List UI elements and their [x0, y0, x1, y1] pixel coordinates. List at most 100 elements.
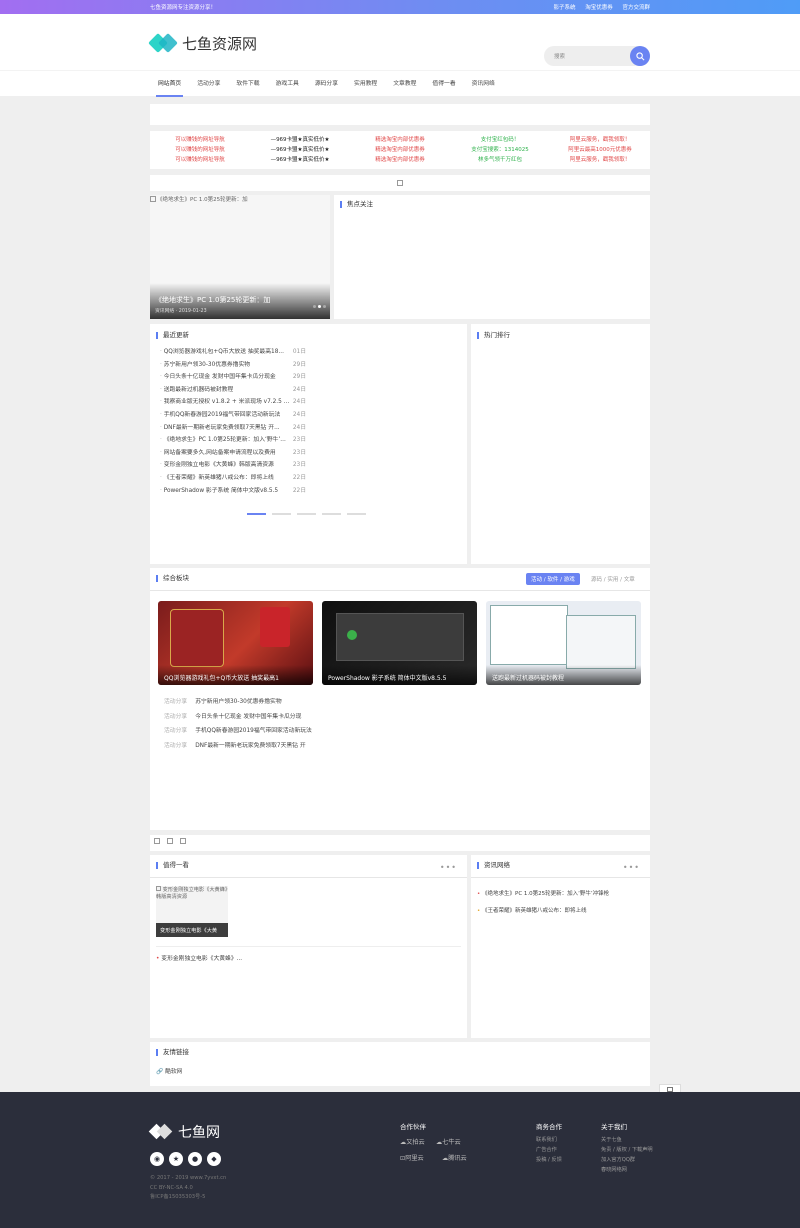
recent-item[interactable]: QQ浏览器游戏礼包+Q币大放送 抽奖最高18... 01日	[160, 346, 306, 359]
more-icon[interactable]: •••	[623, 863, 640, 872]
combo-item-category[interactable]: 活动分享	[164, 728, 187, 734]
biz-link[interactable]: 联系我们	[536, 1135, 562, 1145]
nav-article[interactable]: 文章教程	[385, 71, 424, 97]
nav-activity[interactable]: 活动分享	[189, 71, 228, 97]
nav-game-tools[interactable]: 游戏工具	[268, 71, 307, 97]
ad-link[interactable]: 阿里云服务，戳我领取！	[550, 155, 650, 165]
star-icon[interactable]: ★	[169, 1152, 183, 1166]
top-link-group[interactable]: 官方交流群	[622, 5, 650, 11]
ad-link[interactable]: —969卡盟★真实低价★	[250, 135, 350, 145]
recent-item[interactable]: 《绝地求生》PC 1.0第25轮更新：加入‘野牛’... 23日	[160, 434, 306, 447]
recent-item[interactable]: 送跑最新过机器码被封教程 24日	[160, 384, 306, 397]
top-bar: 七鱼资源网专注资源分享！ 影子系统 淘宝优惠券 官方交流群	[0, 0, 800, 14]
about-link[interactable]: 春晓网络网	[601, 1165, 653, 1175]
about-link[interactable]: 免责 / 版权 / 下载声明	[601, 1145, 653, 1155]
partner-upyun[interactable]: ☁又拍云	[400, 1135, 436, 1151]
recent-item-date: 01日	[292, 349, 306, 355]
combo-item-category[interactable]: 活动分享	[164, 699, 187, 705]
news-item[interactable]: • 《王者荣耀》新英雄猪八戒公布：即将上线	[477, 903, 609, 920]
nav-news[interactable]: 资讯网络	[464, 71, 503, 97]
broken-image-icon	[156, 886, 161, 891]
divider	[156, 946, 461, 947]
tab-source-util-article[interactable]: 源码 / 实用 / 文章	[591, 575, 635, 583]
rss-icon[interactable]: ◉	[150, 1152, 164, 1166]
recent-item[interactable]: 网站备案要多久,网站备案申请流程以及费用 23日	[160, 447, 306, 460]
worth-thumb[interactable]: 变形金刚独立电影《大黄蜂》韩版高清资源 变形金刚独立电影《大黄	[156, 886, 228, 937]
partner-aliyun[interactable]: ⊡阿里云	[400, 1151, 442, 1167]
ad-link[interactable]: 阿里云最高1000元优惠券	[550, 145, 650, 155]
tab-activity-software-game[interactable]: 活动 / 软件 / 游戏	[526, 573, 580, 585]
recent-item[interactable]: 变形金刚独立电影《大黄蜂》韩版高清资源 23日	[160, 459, 306, 472]
combo-card-1[interactable]: QQ浏览器游戏礼包+Q币大放送 抽奖最高1	[158, 601, 313, 685]
recent-item[interactable]: 苏宁新用户领30-30优惠券撸实物 29日	[160, 359, 306, 372]
site-logo[interactable]: 七鱼资源网	[148, 32, 257, 54]
recent-item-date: 24日	[292, 424, 306, 431]
ad-link[interactable]: 林多气领千万红包	[450, 155, 550, 165]
combo-item-category[interactable]: 活动分享	[164, 743, 187, 749]
logo-mark-icon	[148, 32, 178, 54]
recent-pager[interactable]	[247, 513, 366, 515]
news-item[interactable]: • 《绝地求生》PC 1.0第25轮更新：加入‘野牛’冲锋枪	[477, 886, 609, 903]
biz-link[interactable]: 广告合作	[536, 1145, 562, 1155]
slider-image-alt: 《绝地求生》PC 1.0第25轮更新：加	[157, 197, 248, 203]
slider-dots[interactable]	[311, 303, 326, 310]
biz-link[interactable]: 投稿 / 反馈	[536, 1155, 562, 1165]
nav-worth[interactable]: 值得一看	[424, 71, 463, 97]
ad-link[interactable]: 精选淘宝内部优惠券	[350, 135, 450, 145]
recent-item[interactable]: 今日头条十亿现金 发财中国年集卡瓜分现金 29日	[160, 371, 306, 384]
site-slogan: 七鱼资源网专注资源分享！	[150, 5, 217, 11]
ad-links: 可以赚钱的网址导航 —969卡盟★真实低价★ 精选淘宝内部优惠券 支付宝红包码！ 阿里云…	[150, 131, 650, 169]
recent-item[interactable]: PowerShadow 影子系统 简体中文版v8.5.5 22日	[160, 485, 306, 498]
banner-slot	[150, 104, 650, 125]
top-links: 影子系统 淘宝优惠券 官方交流群	[545, 3, 650, 11]
combo-card-3[interactable]: 送跑最新过机器码被封教程	[486, 601, 641, 685]
recent-item[interactable]: 我察商业版无授权 v1.8.2 + 米派现场 v7.2.5 ...24日	[160, 396, 306, 409]
recent-title: 最近更新	[156, 332, 461, 339]
worth-item[interactable]: • 变形金刚独立电影《大黄蜂》...	[156, 953, 242, 962]
slider[interactable]: 《绝地求生》PC 1.0第25轮更新：加 《绝地求生》PC 1.0第25轮更新：…	[150, 195, 330, 319]
ad-link[interactable]: 可以赚钱的网址导航	[150, 145, 250, 155]
qq-icon[interactable]: ◆	[207, 1152, 221, 1166]
slider-title[interactable]: 《绝地求生》PC 1.0第25轮更新：加	[155, 295, 270, 305]
combo-list-item[interactable]: 活动分享 DNF最新一期新老玩家免费领取7天黑钻 开	[164, 739, 312, 754]
search-button[interactable]	[630, 46, 650, 66]
ad-link[interactable]: 阿里云服务，戳我领取！	[550, 135, 650, 145]
nav-home[interactable]: 网站首页	[150, 71, 189, 97]
about-link[interactable]: 加入官方QQ群	[601, 1155, 653, 1165]
top-link-shadow[interactable]: 影子系统	[553, 5, 575, 11]
ad-link[interactable]: 可以赚钱的网址导航	[150, 155, 250, 165]
combo-list-item[interactable]: 活动分享 苏宁新用户领30-30优惠券撸实物	[164, 695, 312, 710]
ad-link[interactable]: 可以赚钱的网址导航	[150, 135, 250, 145]
combo-list-item[interactable]: 活动分享 今日头条十亿现金 发财中国年集卡瓜分现	[164, 710, 312, 725]
recent-item[interactable]: 手机QQ新春游园2019福气带回家活动新玩法 24日	[160, 409, 306, 422]
about-link[interactable]: 关于七鱼	[601, 1135, 653, 1145]
combo-card-2[interactable]: PowerShadow 影子系统 简体中文版v8.5.5	[322, 601, 477, 685]
top-link-coupon[interactable]: 淘宝优惠券	[585, 5, 613, 11]
nav-source[interactable]: 源码分享	[307, 71, 346, 97]
combo-item-title: 今日头条十亿现金 发财中国年集卡瓜分现	[195, 713, 302, 720]
footer-logo[interactable]: 七鱼网	[148, 1122, 220, 1142]
partner-qiniu[interactable]: ☁七牛云	[436, 1135, 461, 1151]
ad-link[interactable]: —969卡盟★真实低价★	[250, 145, 350, 155]
nav-software[interactable]: 软件下载	[228, 71, 267, 97]
worth-item-text: 变形金刚独立电影《大黄蜂》...	[161, 956, 243, 962]
ad-link[interactable]: 精选淘宝内部优惠券	[350, 145, 450, 155]
ad-link[interactable]: 支付宝红包码！	[450, 135, 550, 145]
worth-title: 值得一看	[156, 862, 461, 869]
friend-link[interactable]: 🔗 酷软网	[156, 1066, 644, 1075]
ad-link[interactable]: 精选淘宝内部优惠券	[350, 155, 450, 165]
more-icon[interactable]: •••	[440, 863, 457, 872]
combo-list-item[interactable]: 活动分享 手机QQ新春游园2019福气带回家活动新玩法	[164, 724, 312, 739]
search-input[interactable]: 搜索	[544, 52, 630, 60]
recent-item[interactable]: 《王者荣耀》新英雄猪八戒公布：即将上线 22日	[160, 472, 306, 485]
footer-biz: 商务合作 联系我们 广告合作 投稿 / 反馈	[536, 1123, 562, 1165]
footer-about: 关于我们 关于七鱼 免责 / 版权 / 下载声明 加入官方QQ群 春晓网络网	[601, 1123, 653, 1175]
recent-item[interactable]: DNF最新一期新老玩家免费领取7天黑钻 开... 24日	[160, 422, 306, 435]
weibo-icon[interactable]: ●	[188, 1152, 202, 1166]
partner-tencent[interactable]: ☁腾讯云	[442, 1151, 467, 1167]
ad-link[interactable]: —969卡盟★真实低价★	[250, 155, 350, 165]
footer-copyright: © 2017 - 2019 www.7yvxt.cn CC BY-NC-SA 4…	[150, 1175, 227, 1200]
combo-item-category[interactable]: 活动分享	[164, 714, 187, 720]
ad-link[interactable]: 支付宝搜索：1314025	[450, 145, 550, 155]
nav-tutorial[interactable]: 实用教程	[346, 71, 385, 97]
